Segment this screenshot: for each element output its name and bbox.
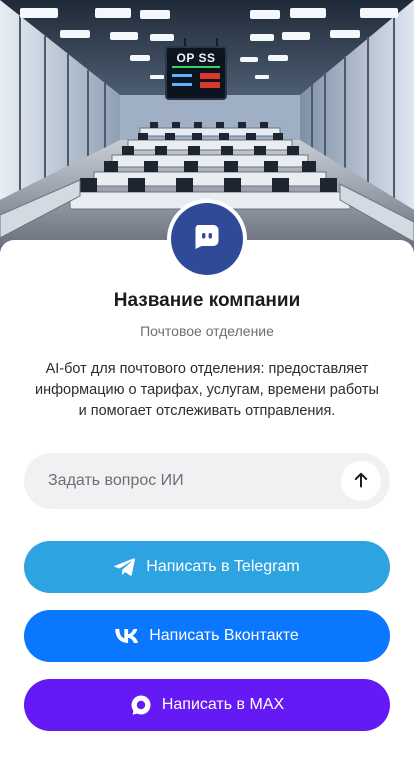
max-icon: [130, 694, 152, 716]
company-description: AI-бот для почтового отделения: предоста…: [35, 361, 379, 419]
hero-sign-text: OP SS: [176, 51, 216, 65]
max-button-label: Написать в MAX: [161, 696, 285, 713]
avatar-circle: [171, 203, 243, 275]
vk-icon: [115, 629, 139, 643]
ask-ai-box: [24, 453, 390, 509]
write-vk-button[interactable]: Написать Вконтакте: [24, 610, 390, 662]
write-max-button[interactable]: Написать в MAX: [24, 679, 390, 731]
ask-ai-input[interactable]: [24, 453, 324, 509]
telegram-button-label: Написать в Telegram: [146, 558, 300, 575]
send-button[interactable]: [341, 461, 381, 501]
chat-bot-icon: [193, 223, 221, 256]
write-telegram-button[interactable]: Написать в Telegram: [24, 541, 390, 593]
company-type: Почтовое отделение: [140, 323, 274, 339]
vk-button-label: Написать Вконтакте: [149, 627, 299, 644]
telegram-icon: [114, 557, 136, 577]
arrow-up-icon: [352, 471, 370, 492]
company-name: Название компании: [113, 290, 301, 311]
avatar: [167, 199, 247, 279]
